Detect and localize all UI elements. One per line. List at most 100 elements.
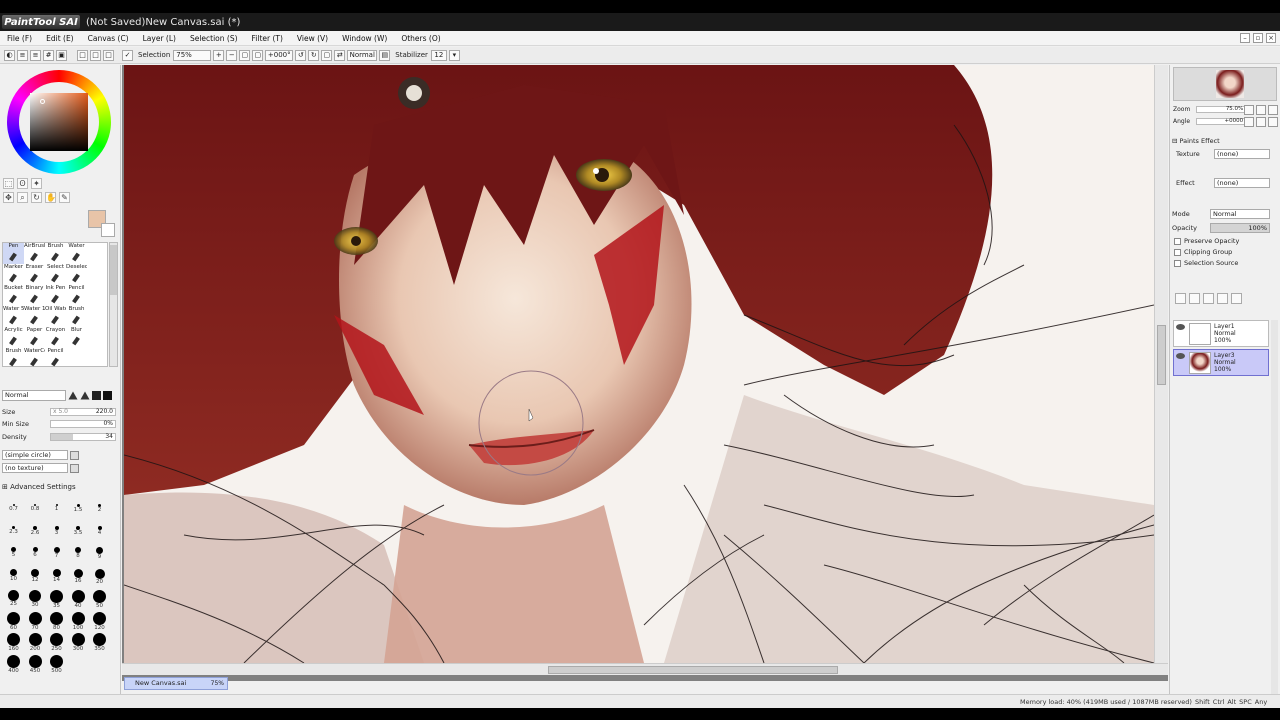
brush-tool-slot[interactable]: [87, 327, 108, 348]
brush-tool-slot[interactable]: WaterCo: [24, 348, 45, 369]
brush-size-preset[interactable]: 100: [68, 611, 89, 633]
shape-triangle-icon[interactable]: [80, 391, 90, 400]
canvas-vertical-scrollbar[interactable]: [1154, 65, 1168, 663]
layer-item-selected[interactable]: Layer3 Normal 100%: [1173, 349, 1269, 376]
navigator-toggle-icon[interactable]: ▣: [56, 49, 67, 61]
brush-tool-slot[interactable]: Ink Pen: [45, 285, 66, 306]
color-mode-icon[interactable]: ◐: [4, 49, 15, 61]
nav-zoom-slider[interactable]: 75.0%: [1196, 106, 1247, 113]
grid-icon[interactable]: #: [43, 49, 54, 61]
layer-scrollbar[interactable]: [1271, 320, 1278, 700]
paint-effect-header[interactable]: ⊟ Paints Effect: [1172, 137, 1220, 145]
brush-size-preset[interactable]: 14: [46, 568, 67, 590]
shape-triangle-icon[interactable]: [68, 391, 78, 400]
align-left-icon[interactable]: ≡: [17, 49, 28, 61]
layer-item[interactable]: Layer1 Normal 100%: [1173, 320, 1269, 347]
brush-size-preset[interactable]: 60: [3, 611, 24, 633]
brush-tool-slot[interactable]: Water 5: [3, 306, 24, 327]
brush-size-preset[interactable]: 1: [46, 503, 67, 525]
mode-select[interactable]: Normal: [1210, 209, 1270, 219]
new-folder-icon[interactable]: [1203, 293, 1214, 304]
blend-dropdown-icon[interactable]: ▤: [379, 49, 391, 61]
new-layer-icon[interactable]: [1175, 293, 1186, 304]
brush-tool-slot[interactable]: [87, 264, 108, 285]
rotate-right-icon[interactable]: ↻: [308, 49, 320, 61]
brush-tool-slot[interactable]: Eraser: [24, 264, 45, 285]
shape-square-icon[interactable]: [92, 391, 101, 400]
brush-tool-slot[interactable]: Pencil: [66, 285, 87, 306]
brush-size-preset[interactable]: 4: [89, 525, 110, 547]
brush-tool-slot[interactable]: [87, 306, 108, 327]
open-icon[interactable]: □: [90, 49, 101, 61]
brush-tool-slot[interactable]: Brush: [66, 306, 87, 327]
brush-size-preset[interactable]: 5: [3, 546, 24, 568]
zoom-tool-icon[interactable]: ⌕: [17, 192, 28, 203]
rotate-left-icon[interactable]: ↺: [295, 49, 307, 61]
color-wheel[interactable]: [7, 70, 111, 174]
brush-tool-slot[interactable]: [66, 348, 87, 369]
brush-texture-select[interactable]: (no texture): [2, 463, 68, 473]
horizontal-scroll-thumb[interactable]: [548, 666, 838, 674]
preserve-opacity-checkbox[interactable]: Preserve Opacity: [1174, 237, 1239, 245]
brush-blend-select[interactable]: Normal: [2, 390, 66, 401]
navigator-preview[interactable]: [1173, 67, 1277, 101]
brush-size-preset[interactable]: 30: [25, 589, 46, 611]
menu-selection[interactable]: Selection (S): [183, 34, 245, 43]
brush-size-preset[interactable]: 250: [46, 632, 67, 654]
clipping-group-checkbox[interactable]: Clipping Group: [1174, 248, 1232, 256]
brush-tool-slot[interactable]: [87, 285, 108, 306]
zoom-in-icon[interactable]: +: [213, 49, 225, 61]
effect-select[interactable]: (none): [1214, 178, 1270, 188]
stabilizer-field[interactable]: 12: [430, 49, 447, 61]
brush-texture-settings-icon[interactable]: [70, 464, 79, 473]
hand-icon[interactable]: ✋: [45, 192, 56, 203]
brush-tool-slot[interactable]: Binary: [24, 285, 45, 306]
brush-size-preset[interactable]: 40: [68, 589, 89, 611]
brush-tool-slot[interactable]: Oil Water: [45, 306, 66, 327]
brush-tool-slot[interactable]: Blur: [66, 327, 87, 348]
zoom-fit-icon[interactable]: ▢: [252, 49, 264, 61]
saturation-value-square[interactable]: [30, 93, 88, 151]
flip-icon[interactable]: ⇄: [334, 49, 346, 61]
brush-tool-slot[interactable]: Deselect: [66, 264, 87, 285]
angle-field[interactable]: +000°: [265, 49, 294, 61]
brush-size-preset[interactable]: 7: [46, 546, 67, 568]
brush-size-preset[interactable]: 12: [25, 568, 46, 590]
stabilizer-dropdown-icon[interactable]: ▾: [448, 49, 460, 61]
brush-size-preset[interactable]: 2.6: [25, 525, 46, 547]
brush-size-preset[interactable]: 200: [25, 632, 46, 654]
brush-size-preset[interactable]: 8: [68, 546, 89, 568]
min-size-slider[interactable]: 0%: [50, 420, 116, 428]
brush-tool-slot[interactable]: [87, 243, 108, 264]
brush-tool-slot[interactable]: Crayon: [45, 327, 66, 348]
size-multiplier[interactable]: x 5.0: [53, 409, 68, 415]
zoom-field[interactable]: 75%: [173, 49, 212, 61]
eye-icon[interactable]: [1176, 324, 1185, 330]
secondary-color-swatch[interactable]: [101, 223, 115, 237]
brush-size-preset[interactable]: 25: [3, 589, 24, 611]
blend-mode-field[interactable]: Normal: [347, 49, 378, 61]
brush-size-preset[interactable]: 160: [3, 632, 24, 654]
menu-canvas[interactable]: Canvas (C): [81, 34, 136, 43]
brush-tool-slot[interactable]: Marker: [3, 264, 24, 285]
brush-size-preset[interactable]: 0.7: [3, 503, 24, 525]
brush-size-preset[interactable]: 450: [25, 654, 46, 676]
brush-size-preset[interactable]: 400: [3, 654, 24, 676]
magic-wand-icon[interactable]: ✦: [31, 178, 42, 189]
minimize-icon[interactable]: –: [1240, 33, 1250, 43]
opacity-slider[interactable]: 100%: [1210, 223, 1270, 233]
brush-size-preset[interactable]: 10: [3, 568, 24, 590]
canvas-horizontal-scrollbar[interactable]: [122, 663, 1168, 675]
brush-tool-slot[interactable]: Water 10: [24, 306, 45, 327]
brush-size-preset[interactable]: 2: [89, 503, 110, 525]
nav-zoom-reset-icon[interactable]: [1268, 105, 1278, 115]
brush-size-preset[interactable]: 3: [46, 525, 67, 547]
brush-tool-slot[interactable]: Brush: [3, 348, 24, 369]
nav-angle-slider[interactable]: +0000: [1196, 118, 1247, 125]
nav-rotate-right-icon[interactable]: [1256, 117, 1266, 127]
brush-size-preset[interactable]: 70: [25, 611, 46, 633]
menu-edit[interactable]: Edit (E): [39, 34, 81, 43]
new-canvas-icon[interactable]: □: [77, 49, 88, 61]
brush-size-preset[interactable]: 80: [46, 611, 67, 633]
shape-square-icon[interactable]: [103, 391, 112, 400]
